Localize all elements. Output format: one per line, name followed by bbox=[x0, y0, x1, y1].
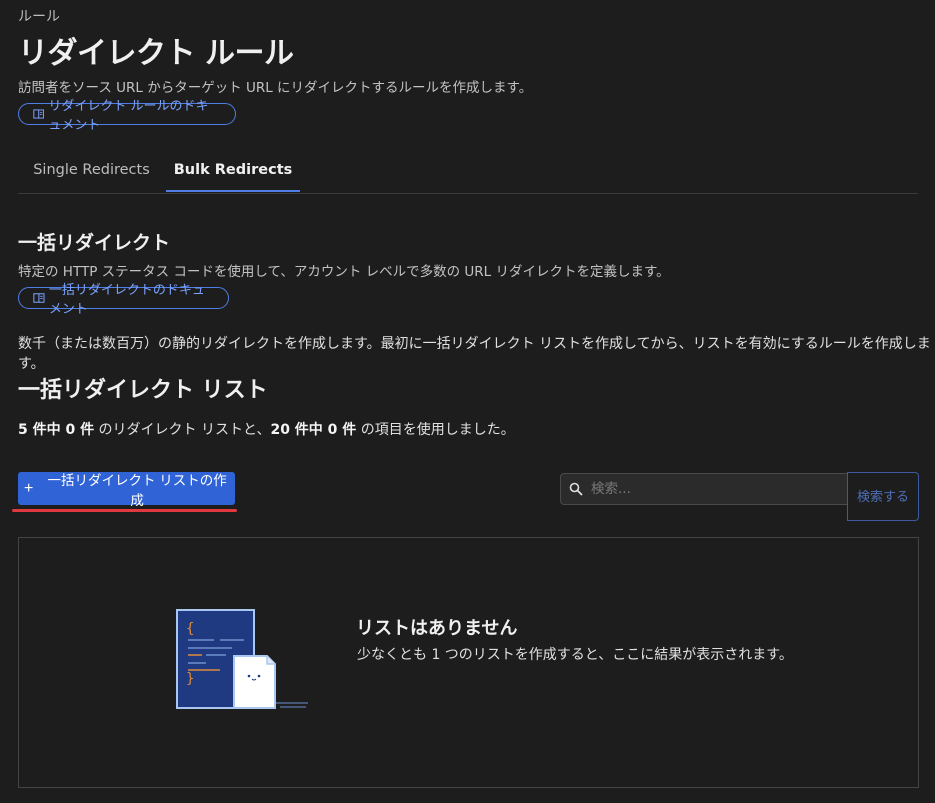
document-illustration: { } bbox=[176, 609, 308, 709]
usage-text-mid: のリダイレクト リストと、 bbox=[94, 422, 271, 438]
lists-title: 一括リダイレクト リスト bbox=[18, 378, 268, 403]
doc-link-label: リダイレクト ルールのドキュメント bbox=[48, 99, 209, 133]
create-button-label: 一括リダイレクト リストの作成 bbox=[47, 472, 227, 508]
search-field[interactable] bbox=[560, 473, 848, 505]
search-button[interactable]: 検索する bbox=[847, 472, 919, 521]
bulk-redirects-docs-button[interactable]: 一括リダイレクトのドキュメント bbox=[18, 283, 229, 317]
bulk-section-title: 一括リダイレクト bbox=[18, 232, 171, 254]
svg-text:}: } bbox=[186, 671, 194, 687]
breadcrumb[interactable]: ルール bbox=[18, 6, 60, 26]
tab-single-redirects[interactable]: Single Redirects bbox=[18, 150, 165, 192]
redirect-rules-docs-button[interactable]: リダイレクト ルールのドキュメント bbox=[18, 99, 236, 133]
tab-bar: Single Redirects Bulk Redirects bbox=[18, 150, 918, 194]
create-bulk-list-button[interactable]: + 一括リダイレクト リストの作成 bbox=[18, 472, 235, 508]
empty-state-description: 少なくとも 1 つのリストを作成すると、ここに結果が表示されます。 bbox=[357, 647, 793, 663]
doc-link-label: 一括リダイレクトのドキュメント bbox=[48, 283, 205, 317]
book-icon bbox=[33, 293, 45, 303]
bulk-intro-paragraph: 数千（または数百万）の静的リダイレクトを作成します。最初に一括リダイレクト リス… bbox=[18, 336, 931, 372]
empty-state-title: リストはありません bbox=[356, 618, 518, 639]
search-input[interactable] bbox=[589, 480, 833, 498]
book-icon bbox=[33, 109, 45, 119]
plus-icon: + bbox=[24, 479, 34, 497]
usage-lists-count: 5 件中 0 件 bbox=[18, 422, 95, 438]
tab-bulk-redirects[interactable]: Bulk Redirects bbox=[166, 150, 300, 192]
bulk-section-description: 特定の HTTP ステータス コードを使用して、アカウント レベルで多数の UR… bbox=[18, 264, 670, 280]
usage-text-end: の項目を使用しました。 bbox=[356, 422, 515, 438]
usage-items-count: 20 件中 0 件 bbox=[270, 422, 357, 438]
highlight-underline bbox=[12, 509, 237, 512]
search-icon bbox=[569, 482, 583, 496]
usage-summary: 5 件中 0 件 のリダイレクト リストと、20 件中 0 件 の項目を使用しま… bbox=[18, 419, 515, 439]
svg-text:{: { bbox=[186, 621, 194, 637]
page-subtitle: 訪問者をソース URL からターゲット URL にリダイレクトするルールを作成し… bbox=[18, 80, 533, 96]
page-title: リダイレクト ルール bbox=[18, 36, 294, 71]
